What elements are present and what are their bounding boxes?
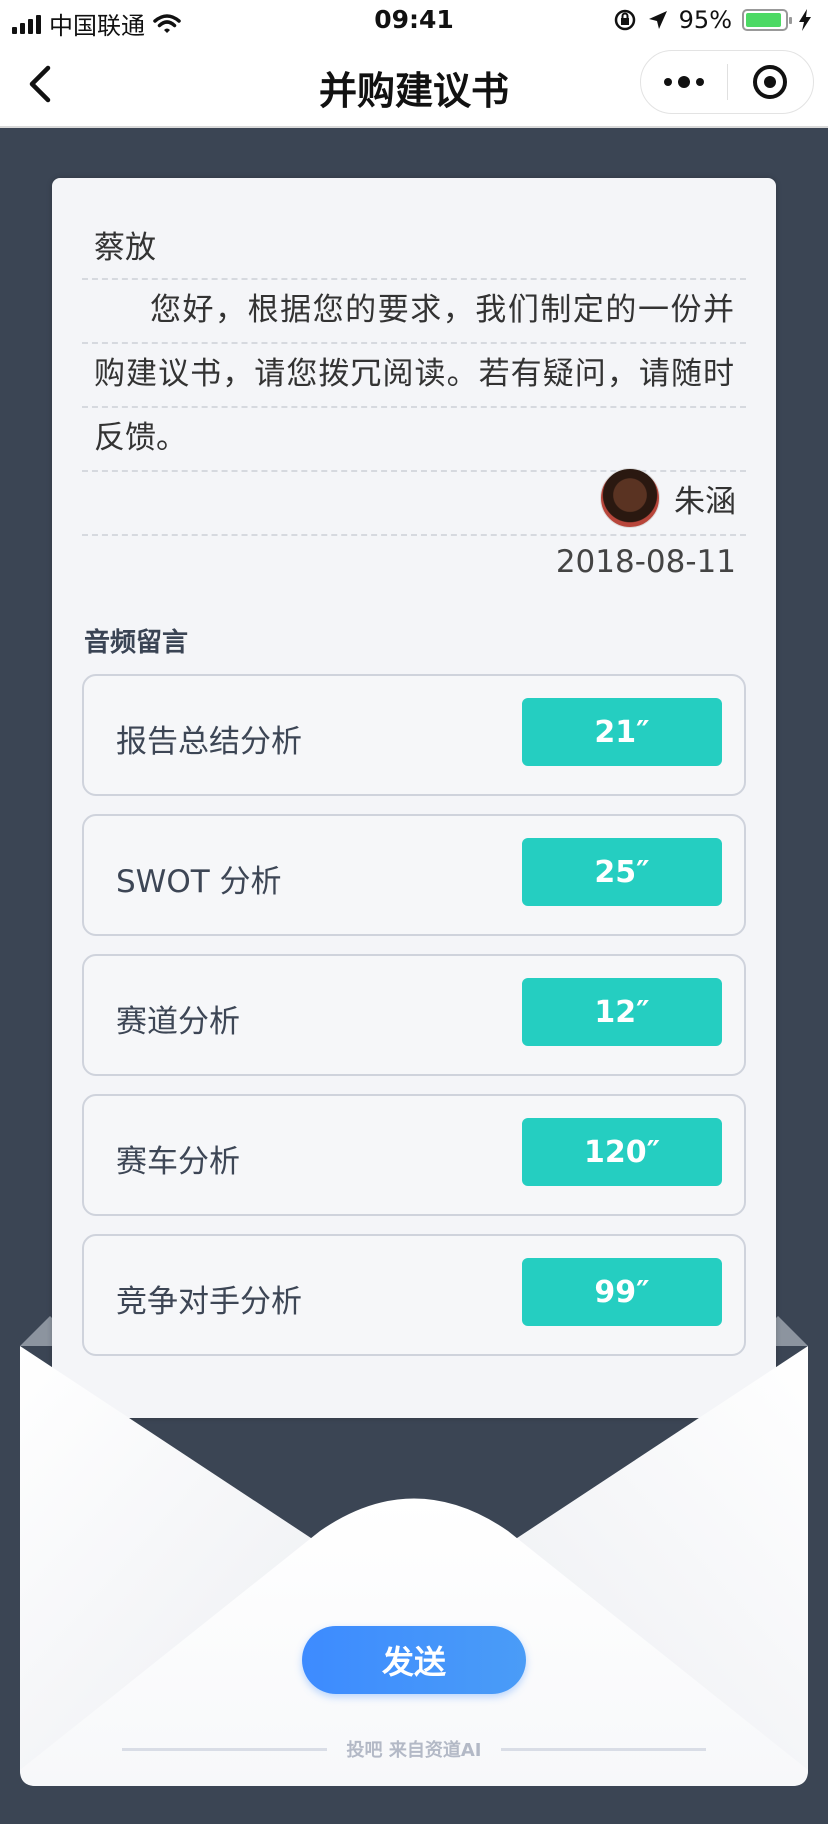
more-dots-icon <box>663 76 704 88</box>
nav-bar: 并购建议书 <box>0 42 828 128</box>
audio-label: 竞争对手分析 <box>116 1284 302 1320</box>
battery-percent: 95% <box>678 6 732 34</box>
battery-icon <box>742 9 792 31</box>
footer-rule <box>501 1747 706 1751</box>
footer: 投吧 来自资道AI <box>122 1736 706 1762</box>
ruled-line <box>82 534 746 536</box>
mini-program-capsule <box>640 50 814 114</box>
audio-play-button[interactable]: 12″ <box>522 978 722 1046</box>
audio-play-button[interactable]: 120″ <box>522 1118 722 1186</box>
signature: 朱涵 <box>600 468 736 528</box>
audio-play-button[interactable]: 21″ <box>522 698 722 766</box>
letter-body: 您好，根据您的要求，我们制定的一份并购建议书，请您拨冗阅读。若有疑问，请随时反馈… <box>94 292 734 456</box>
rotation-lock-icon <box>614 9 635 31</box>
sender-name: 朱涵 <box>674 483 736 520</box>
audio-label: 赛车分析 <box>116 1144 240 1180</box>
audio-item: SWOT 分析 25″ <box>82 814 746 936</box>
letter-card: 蔡放 您好，根据您的要求，我们制定的一份并购建议书，请您拨冗阅读。若有疑问，请随… <box>52 178 776 1418</box>
section-title: 音频留言 <box>84 628 189 658</box>
charging-icon <box>799 9 811 31</box>
footer-rule <box>122 1747 327 1751</box>
audio-play-button[interactable]: 25″ <box>522 838 722 906</box>
footer-text: 投吧 来自资道AI <box>346 1740 482 1761</box>
envelope-front <box>20 1346 808 1786</box>
more-button[interactable] <box>641 51 727 113</box>
avatar <box>600 468 660 528</box>
audio-list: 报告总结分析 21″ SWOT 分析 25″ 赛道分析 12″ 赛车分析 120… <box>82 674 746 1374</box>
recipient-name: 蔡放 <box>94 230 156 266</box>
audio-item: 报告总结分析 21″ <box>82 674 746 796</box>
audio-item: 赛道分析 12″ <box>82 954 746 1076</box>
letter-date: 2018-08-11 <box>555 544 736 580</box>
audio-item: 赛车分析 120″ <box>82 1094 746 1216</box>
audio-label: 赛道分析 <box>116 1004 240 1040</box>
target-icon <box>753 65 788 99</box>
close-button[interactable] <box>728 51 814 113</box>
location-icon <box>648 11 667 29</box>
audio-label: 报告总结分析 <box>116 724 302 760</box>
audio-label: SWOT 分析 <box>116 864 282 900</box>
status-bar: 中国联通 09:41 95% <box>0 0 828 42</box>
status-right: 95% <box>613 6 812 34</box>
send-button[interactable]: 发送 <box>302 1626 526 1694</box>
